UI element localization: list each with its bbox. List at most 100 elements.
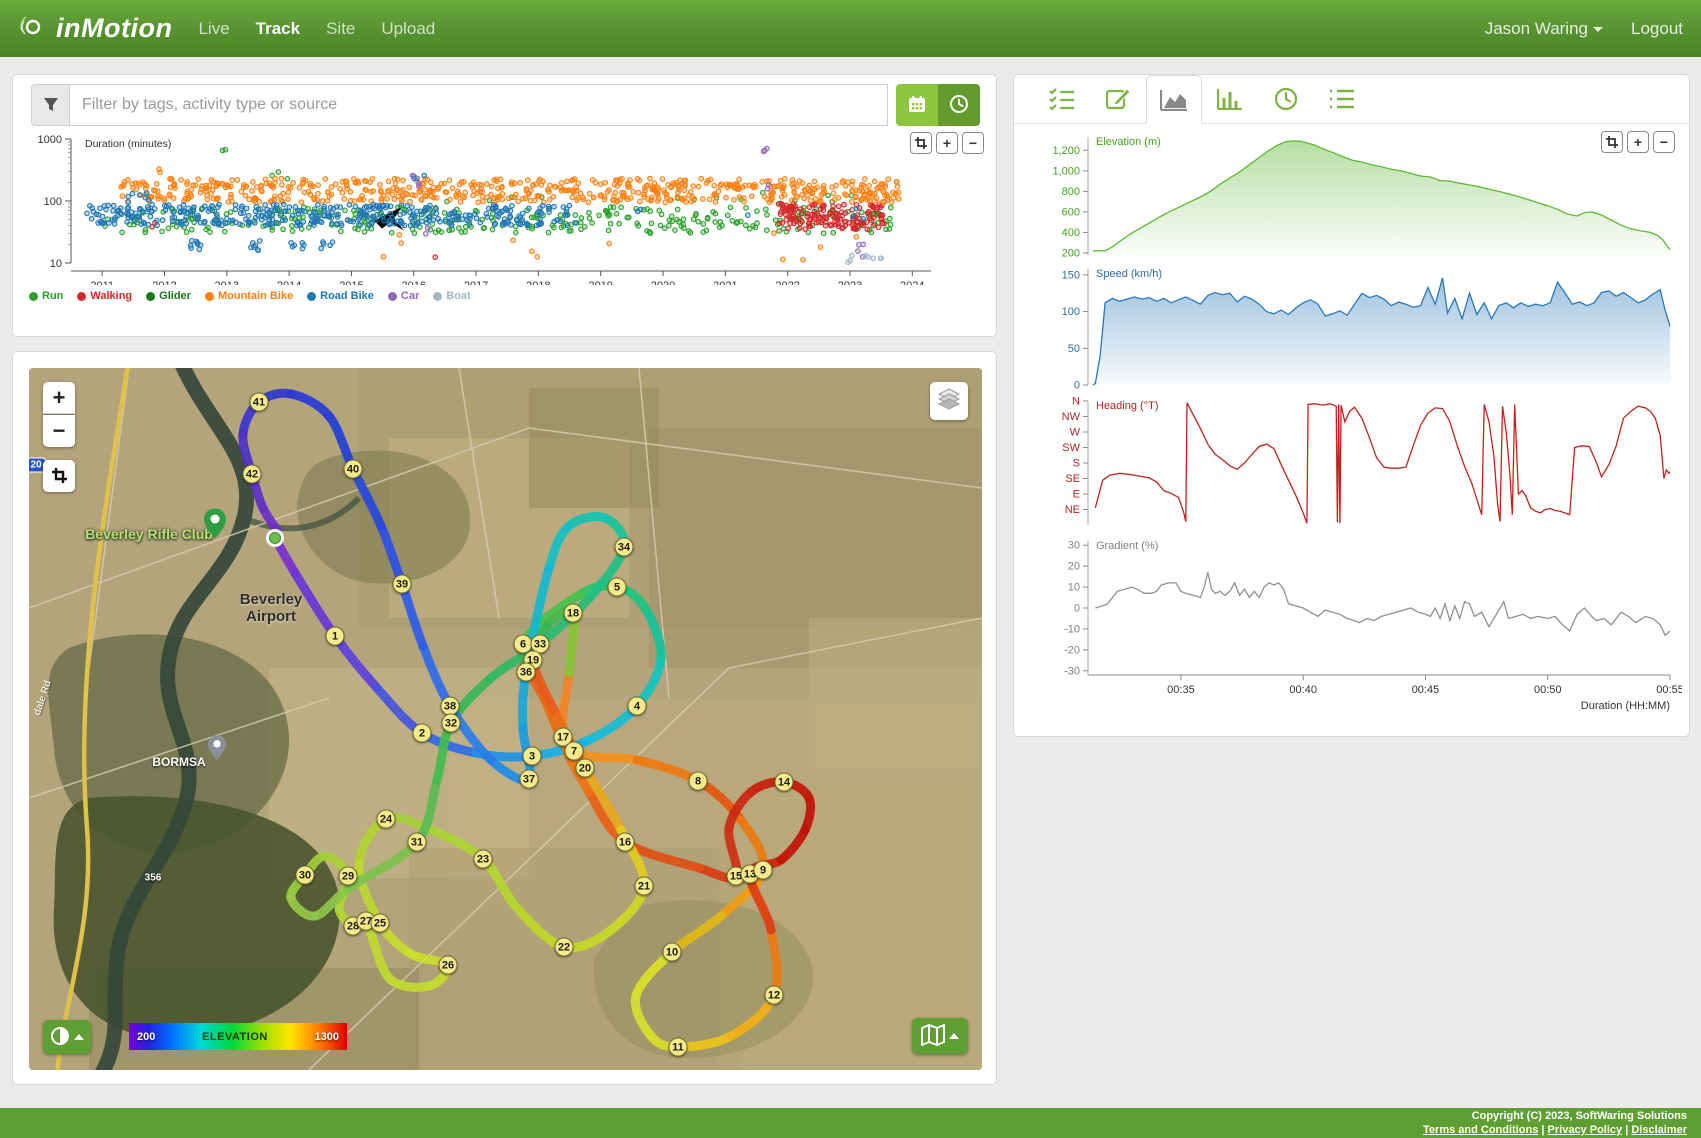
map-waypoint-30[interactable]: 30 (296, 866, 315, 885)
map-waypoint-23[interactable]: 23 (474, 850, 493, 869)
tab-area-chart[interactable] (1146, 75, 1202, 124)
gradient-chart[interactable]: -30-20-100102030Gradient (%)00:3500:4000… (1022, 533, 1682, 719)
nav-item-site[interactable]: Site (326, 19, 355, 39)
map-waypoint-36[interactable]: 36 (517, 663, 536, 682)
map-waypoint-18[interactable]: 18 (564, 604, 583, 623)
svg-text:Speed (km/h): Speed (km/h) (1096, 268, 1162, 280)
legend-item-mountain-bike[interactable]: Mountain Bike (205, 290, 293, 302)
map-contrast-button[interactable] (43, 1020, 91, 1054)
map-waypoint-39[interactable]: 39 (393, 575, 412, 594)
map-waypoint-37[interactable]: 37 (520, 770, 539, 789)
map-crop-button[interactable] (43, 460, 75, 492)
map-waypoint-34[interactable]: 34 (615, 538, 634, 557)
map-waypoint-42[interactable]: 42 (243, 465, 262, 484)
svg-text:1,000: 1,000 (1052, 165, 1080, 177)
map-waypoint-41[interactable]: 41 (250, 393, 269, 412)
charts-crop-button[interactable] (1601, 131, 1623, 153)
map-waypoint-26[interactable]: 26 (439, 956, 458, 975)
map-waypoint-5[interactable]: 5 (608, 578, 627, 597)
tab-bar-chart[interactable] (1202, 75, 1258, 123)
elevation-scale: 200 ELEVATION 1300 (129, 1023, 347, 1050)
svg-text:-30: -30 (1064, 665, 1080, 677)
map-waypoint-10[interactable]: 10 (663, 943, 682, 962)
svg-text:W: W (1070, 427, 1081, 439)
map-waypoint-32[interactable]: 32 (442, 714, 461, 733)
svg-text:2020: 2020 (651, 280, 675, 285)
legend-item-run[interactable]: Run (29, 290, 63, 302)
speed-chart[interactable]: 050100150Speed (km/h) (1022, 261, 1682, 393)
nav-item-track[interactable]: Track (256, 19, 300, 39)
nav-item-upload[interactable]: Upload (381, 19, 435, 39)
map-waypoint-8[interactable]: 8 (689, 772, 708, 791)
calendar-filter-button[interactable] (896, 84, 938, 126)
legend-item-car[interactable]: Car (388, 290, 419, 302)
elevation-scale-min: 200 (137, 1031, 155, 1043)
map-canvas[interactable] (29, 368, 982, 1070)
elevation-scale-label: ELEVATION (202, 1031, 268, 1043)
privacy-link[interactable]: Privacy Policy (1548, 1124, 1623, 1136)
map-waypoint-12[interactable]: 12 (765, 986, 784, 1005)
map-waypoint-40[interactable]: 40 (344, 460, 363, 479)
glider-icon (146, 292, 155, 301)
legend-item-glider[interactable]: Glider (146, 290, 191, 302)
svg-text:Elevation (m): Elevation (m) (1096, 136, 1161, 148)
map-basemap-button[interactable] (912, 1018, 968, 1054)
walking-icon (77, 292, 86, 301)
svg-text:SW: SW (1062, 442, 1080, 454)
map-waypoint-4[interactable]: 4 (628, 697, 647, 716)
crop-icon (52, 463, 67, 489)
tab-list[interactable] (1314, 75, 1370, 123)
legend-item-boat[interactable]: Boat (433, 290, 470, 302)
chevron-down-icon (1593, 27, 1603, 32)
svg-text:100: 100 (1062, 306, 1080, 318)
map-waypoint-16[interactable]: 16 (616, 833, 635, 852)
map-waypoint-11[interactable]: 11 (669, 1038, 688, 1057)
contrast-icon (50, 1026, 70, 1049)
footer: Copyright (C) 2023, SoftWaring Solutions… (0, 1108, 1701, 1138)
charts-zoom-out-button[interactable]: − (1653, 131, 1675, 153)
map-waypoint-9[interactable]: 9 (754, 861, 773, 880)
tab-clock[interactable] (1258, 75, 1314, 123)
svg-text:00:45: 00:45 (1412, 684, 1440, 696)
heading-chart[interactable]: NEESESSWWNWNHeading (°T) (1022, 393, 1682, 533)
svg-text:400: 400 (1062, 227, 1080, 239)
tab-check-list[interactable] (1034, 75, 1090, 123)
map[interactable]: 4142403913451863319363832241773203781424… (29, 368, 982, 1070)
filter-input[interactable] (69, 84, 888, 126)
map-waypoint-31[interactable]: 31 (408, 833, 427, 852)
map-icon (921, 1024, 945, 1049)
tab-edit[interactable] (1090, 75, 1146, 123)
map-waypoint-2[interactable]: 2 (413, 724, 432, 743)
legend-item-road-bike[interactable]: Road Bike (307, 290, 374, 302)
map-waypoint-7[interactable]: 7 (565, 742, 584, 761)
map-zoom-in-button[interactable]: + (43, 382, 75, 414)
map-waypoint-21[interactable]: 21 (635, 877, 654, 896)
map-waypoint-14[interactable]: 14 (775, 773, 794, 792)
map-layers-button[interactable] (930, 382, 968, 420)
time-filter-button[interactable] (938, 84, 980, 126)
map-waypoint-25[interactable]: 25 (371, 914, 390, 933)
map-zoom-out-button[interactable]: − (43, 415, 75, 447)
charts-zoom-in-button[interactable]: + (1627, 131, 1649, 153)
svg-text:2019: 2019 (588, 280, 612, 285)
svg-text:2024: 2024 (900, 280, 924, 285)
svg-text:200: 200 (1062, 247, 1080, 259)
logout-link[interactable]: Logout (1631, 19, 1683, 39)
map-waypoint-22[interactable]: 22 (555, 938, 574, 957)
map-waypoint-29[interactable]: 29 (339, 867, 358, 886)
map-waypoint-3[interactable]: 3 (523, 747, 542, 766)
map-waypoint-1[interactable]: 1 (326, 627, 345, 646)
map-waypoint-20[interactable]: 20 (576, 759, 595, 778)
user-menu[interactable]: Jason Waring (1485, 19, 1603, 39)
brand[interactable]: inMotion (18, 11, 172, 46)
terms-link[interactable]: Terms and Conditions (1423, 1124, 1538, 1136)
svg-text:2015: 2015 (339, 280, 363, 285)
map-waypoint-24[interactable]: 24 (377, 810, 396, 829)
activity-timeline-chart[interactable]: 1010010002011201220132014201520162017201… (23, 127, 985, 285)
nav-item-live[interactable]: Live (198, 19, 229, 39)
elevation-chart[interactable]: 2004006008001,0001,200Elevation (m) (1022, 129, 1682, 261)
legend-item-walking[interactable]: Walking (77, 290, 132, 302)
disclaimer-link[interactable]: Disclaimer (1631, 1124, 1687, 1136)
clock-icon (949, 94, 969, 117)
svg-text:2011: 2011 (90, 280, 114, 285)
